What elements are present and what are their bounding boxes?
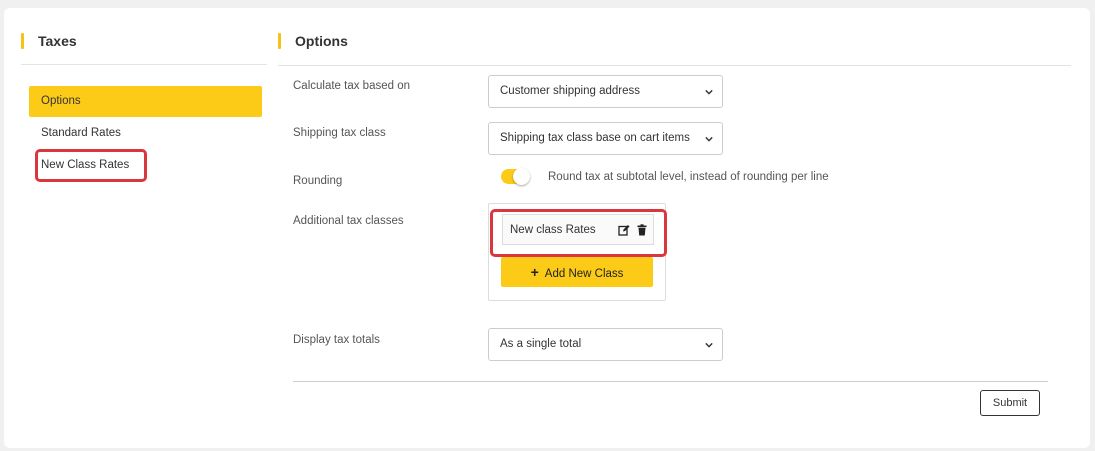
shipping-tax-class-label: Shipping tax class xyxy=(293,127,386,139)
sidebar-item-standard-rates[interactable]: Standard Rates xyxy=(29,118,262,149)
chevron-down-icon xyxy=(705,136,713,142)
calculate-tax-value: Customer shipping address xyxy=(500,85,640,97)
additional-classes-label: Additional tax classes xyxy=(293,215,404,227)
plus-icon: + xyxy=(530,264,539,280)
add-new-class-button[interactable]: + Add New Class xyxy=(501,257,653,287)
rounding-label: Rounding xyxy=(293,175,343,187)
shipping-tax-class-select[interactable]: Shipping tax class base on cart items xyxy=(488,122,723,155)
sidebar-item-options[interactable]: Options xyxy=(29,86,262,117)
header-divider xyxy=(278,65,1071,66)
highlight-box-class xyxy=(490,209,667,257)
calculate-tax-label: Calculate tax based on xyxy=(293,80,410,92)
sidebar-divider xyxy=(21,64,267,65)
rounding-toggle[interactable] xyxy=(501,168,530,185)
calculate-tax-select[interactable]: Customer shipping address xyxy=(488,75,723,108)
display-totals-value: As a single total xyxy=(500,338,582,350)
display-totals-label: Display tax totals xyxy=(293,334,380,346)
display-totals-select[interactable]: As a single total xyxy=(488,328,723,361)
rounding-toggle-text: Round tax at subtotal level, instead of … xyxy=(548,171,829,183)
chevron-down-icon xyxy=(705,342,713,348)
chevron-down-icon xyxy=(705,89,713,95)
footer-divider xyxy=(293,381,1048,382)
page-title: Options xyxy=(278,33,348,49)
shipping-tax-class-value: Shipping tax class base on cart items xyxy=(500,132,690,144)
add-new-class-label: Add New Class xyxy=(544,268,624,280)
submit-button[interactable]: Submit xyxy=(980,390,1040,416)
highlight-box-sidebar xyxy=(35,149,147,182)
sidebar-title: Taxes xyxy=(21,33,77,49)
toggle-knob xyxy=(513,168,530,185)
